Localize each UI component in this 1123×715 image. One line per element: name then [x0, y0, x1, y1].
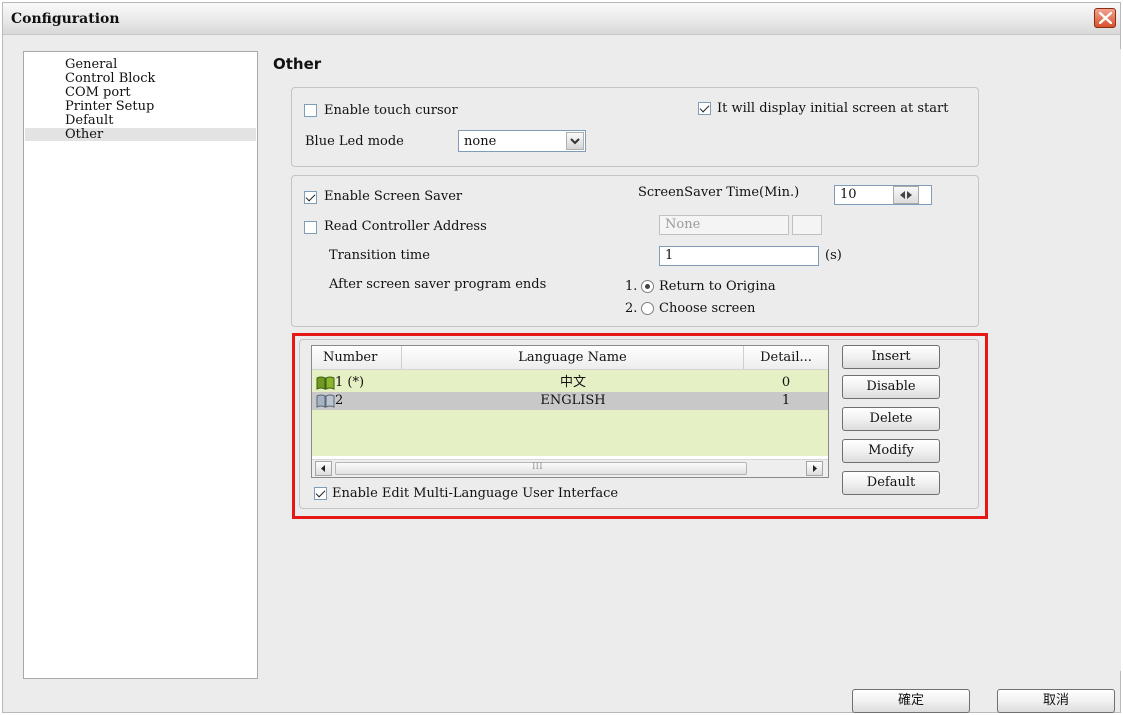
general-options-group	[291, 87, 979, 167]
controller-address-browse-button	[792, 215, 822, 235]
transition-time-label: Transition time	[329, 248, 430, 263]
blue-led-mode-select[interactable]: none	[458, 130, 586, 152]
sidebar-item-general[interactable]: General	[25, 58, 256, 71]
screensaver-time-value: 10	[840, 187, 857, 202]
enable-screen-saver-label: Enable Screen Saver	[324, 189, 463, 204]
initial-screen-label: It will display initial screen at start	[717, 101, 949, 116]
return-to-original-radio[interactable]	[641, 280, 654, 293]
screensaver-time-spinner[interactable]	[893, 186, 919, 204]
return-to-original-label: Return to Origina	[659, 279, 776, 294]
sidebar-item-control-block[interactable]: Control Block	[25, 72, 256, 85]
transition-time-value: 1	[665, 248, 674, 263]
initial-screen-checkbox[interactable]	[698, 102, 711, 115]
sidebar-item-other[interactable]: Other	[25, 128, 256, 141]
read-controller-address-checkbox[interactable]	[304, 221, 317, 234]
sidebar-item-printer-setup[interactable]: Printer Setup	[25, 100, 256, 113]
read-controller-address-label: Read Controller Address	[324, 219, 487, 234]
dropdown-button[interactable]	[566, 132, 584, 150]
ok-button[interactable]: 確定	[852, 689, 970, 713]
spinner-arrows-icon	[900, 191, 912, 199]
option-1-number: 1.	[625, 279, 638, 294]
cancel-button[interactable]: 取消	[997, 689, 1115, 713]
close-icon	[1099, 12, 1112, 24]
blue-led-mode-value: none	[464, 134, 497, 149]
screensaver-time-label: ScreenSaver Time(Min.)	[638, 185, 800, 200]
transition-time-unit: (s)	[825, 248, 842, 263]
close-button[interactable]	[1094, 8, 1116, 28]
sidebar-item-com-port[interactable]: COM port	[25, 86, 256, 99]
configuration-window: Configuration General Control Block COM …	[2, 2, 1121, 713]
chevron-down-icon	[570, 138, 580, 145]
category-list: General Control Block COM port Printer S…	[23, 51, 258, 679]
window-title: Configuration	[11, 11, 120, 27]
transition-time-field[interactable]: 1	[659, 246, 819, 266]
sidebar-item-default[interactable]: Default	[25, 114, 256, 127]
choose-screen-radio[interactable]	[641, 302, 654, 315]
page-title: Other	[273, 55, 322, 73]
blue-led-mode-label: Blue Led mode	[305, 134, 404, 149]
enable-touch-cursor-checkbox[interactable]	[304, 104, 317, 117]
controller-address-field: None	[659, 215, 789, 235]
enable-touch-cursor-label: Enable touch cursor	[324, 103, 458, 118]
choose-screen-label: Choose screen	[659, 301, 756, 316]
option-2-number: 2.	[625, 301, 638, 316]
after-screen-saver-label: After screen saver program ends	[329, 277, 547, 292]
controller-address-value: None	[665, 217, 701, 232]
title-bar: Configuration	[3, 3, 1120, 35]
highlight-annotation	[292, 333, 988, 519]
enable-screen-saver-checkbox[interactable]	[304, 191, 317, 204]
